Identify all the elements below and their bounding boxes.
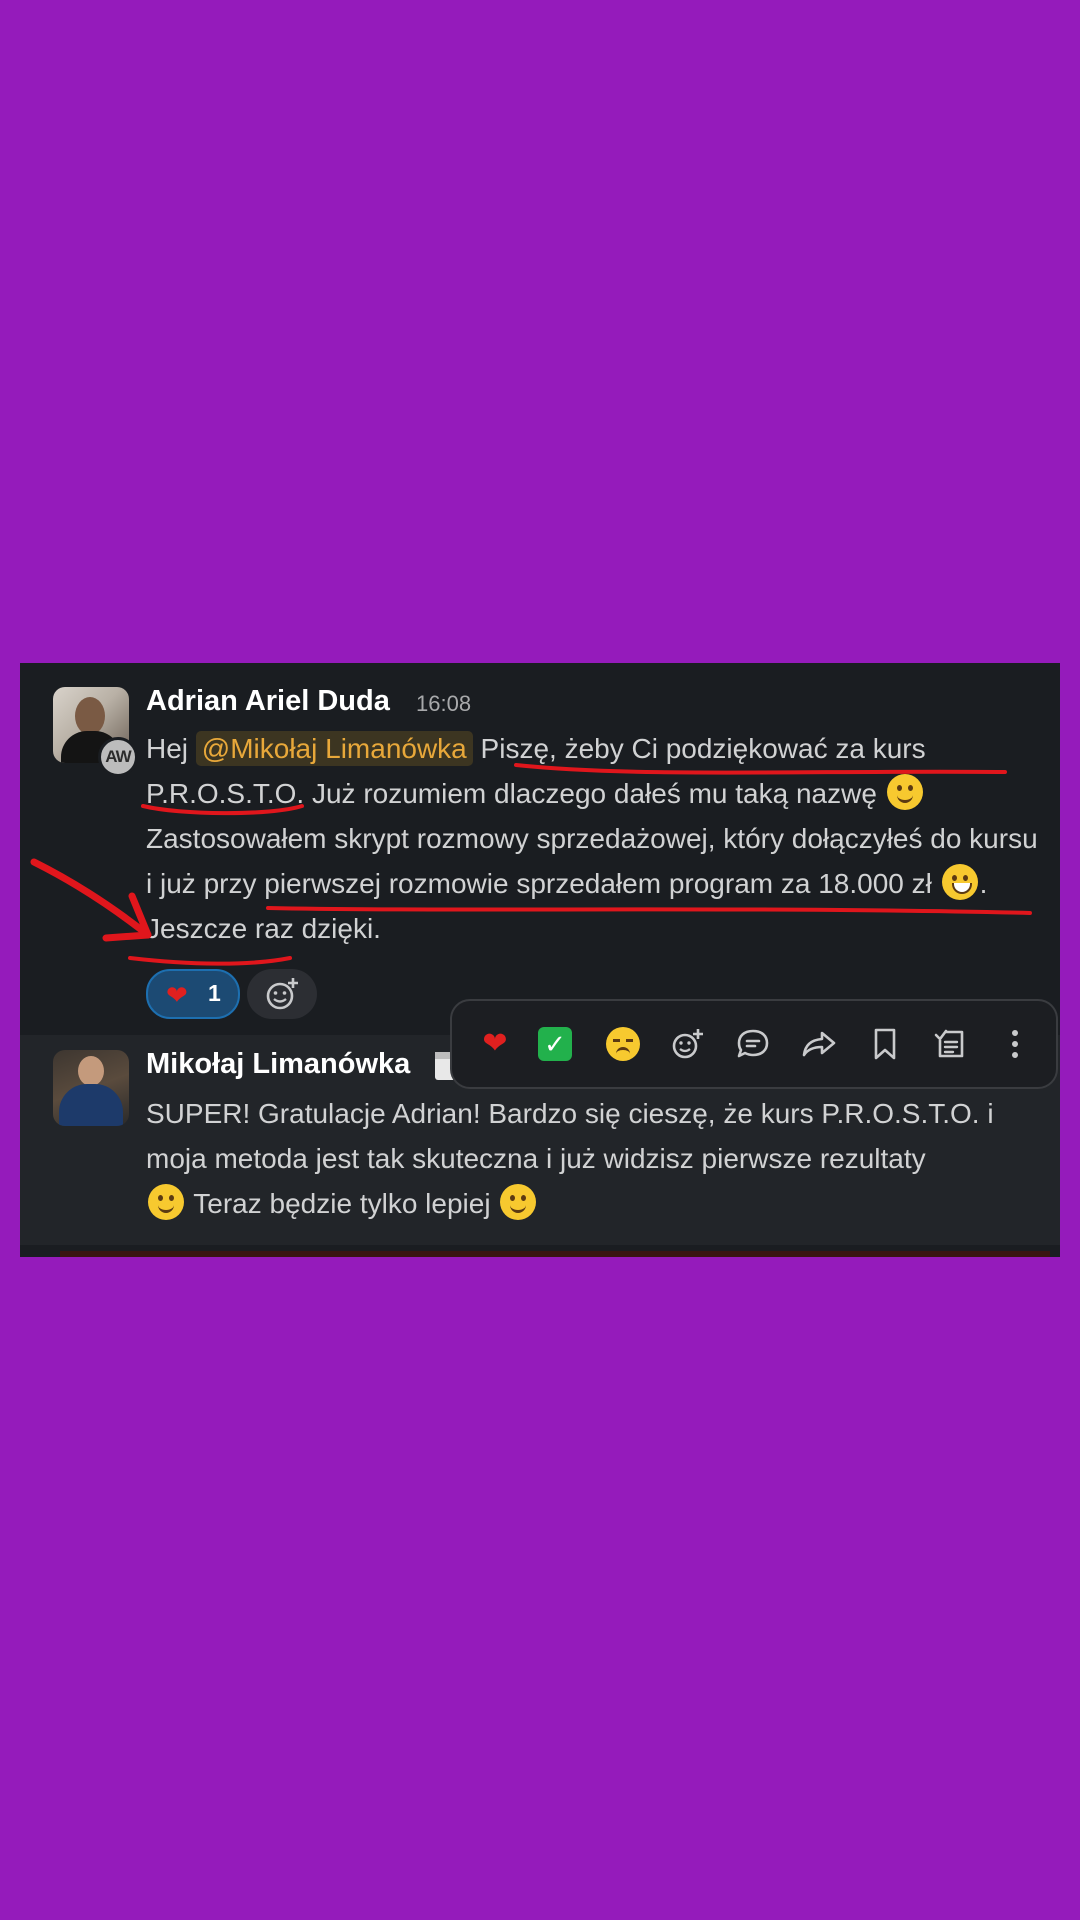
avatar-body [59,1084,123,1126]
reaction-count: 1 [208,980,221,1006]
message-greeting: Hej [146,733,189,764]
next-message-edge [60,1251,1050,1257]
grinning-face-icon [941,864,978,900]
message-text: SUPER! Gratulacje Adrian! Bardzo się cie… [146,1091,1046,1226]
smiling-face-icon [886,774,923,810]
avatar-head [75,697,105,735]
check-mark-icon[interactable]: ✓ [538,1027,572,1061]
message-actions-toolbar: ❤ ✓ [450,999,1058,1089]
reply-in-thread-icon[interactable] [730,1021,776,1067]
disappointed-face-icon[interactable] [606,1027,640,1061]
message-text: Hej @Mikołaj Limanówka Piszę, żeby Ci po… [146,726,1046,951]
message-text-part: SUPER! Gratulacje Adrian! Bardzo się cie… [146,1098,994,1174]
avatar[interactable] [53,1050,129,1126]
avatar-badge: AW [98,737,138,777]
add-reaction-button[interactable] [247,969,317,1019]
chat-panel: AW Adrian Ariel Duda 16:08 Hej @Mikołaj … [20,663,1060,1257]
more-vertical-icon[interactable] [992,1021,1038,1067]
message-timestamp[interactable]: 16:08 [416,691,471,717]
avatar-head [78,1056,104,1086]
slightly-smiling-face-icon [500,1184,537,1220]
heart-icon[interactable]: ❤ [472,1021,518,1067]
bookmark-icon[interactable] [862,1021,908,1067]
mark-unread-icon[interactable] [928,1021,974,1067]
message-text-part: Teraz będzie tylko lepiej [193,1188,491,1219]
reaction-pill[interactable]: ❤ 1 [146,969,240,1019]
message-text-part: Zastosowałem skrypt rozmowy sprzedażowej… [146,823,1038,899]
message-author[interactable]: Mikołaj Limanówka [146,1048,410,1081]
user-mention[interactable]: @Mikołaj Limanówka [195,731,473,766]
message-author[interactable]: Adrian Ariel Duda [146,685,390,718]
forward-icon[interactable] [796,1021,842,1067]
slightly-smiling-face-icon [148,1184,184,1220]
add-reaction-icon [266,978,298,1010]
add-reaction-icon[interactable] [664,1021,710,1067]
heart-icon: ❤ [166,980,188,1010]
